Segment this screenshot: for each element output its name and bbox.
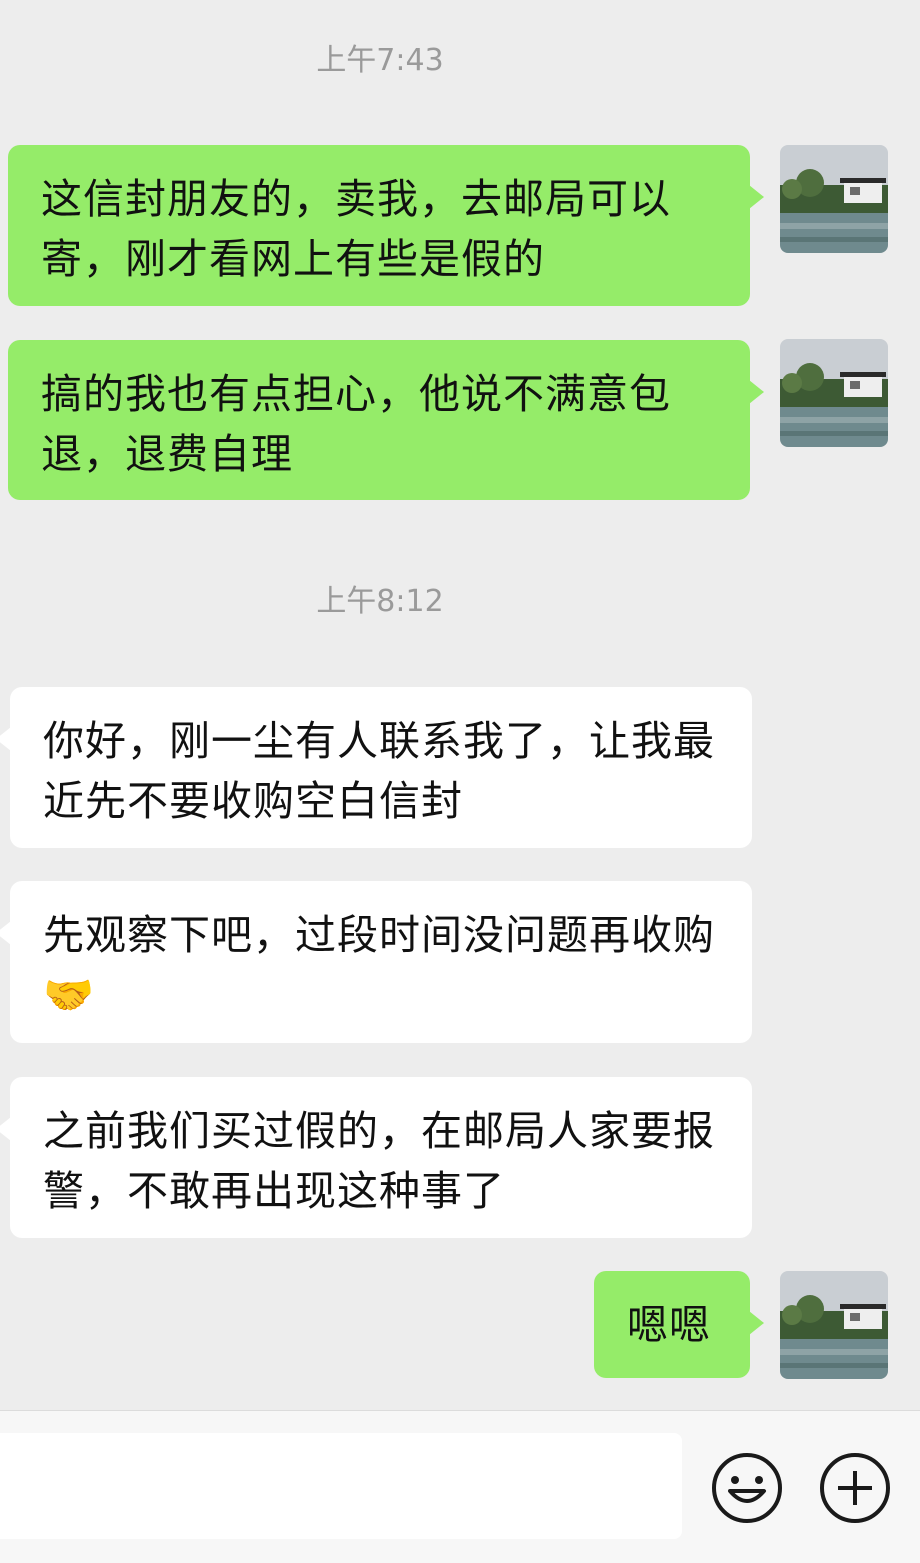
message-bubble-sent[interactable]: 这信封朋友的，卖我，去邮局可以寄，刚才看网上有些是假的 [8,145,764,306]
chat-message-list[interactable]: 上午7:43 这信封朋友的，卖我，去邮局可以寄，刚才看网上有些是假的 搞的我也有… [0,0,920,1410]
emoji-icon [712,1453,782,1523]
timestamp: 上午7:43 [316,43,444,78]
more-functions-button[interactable] [818,1451,892,1525]
user-avatar[interactable] [780,339,888,447]
user-avatar[interactable] [780,1271,888,1379]
message-bubble-received[interactable]: 你好，刚一尘有人联系我了，让我最近先不要收购空白信封 [0,687,752,848]
message-bubble-sent[interactable]: 嗯嗯 [594,1271,764,1378]
emoji-button[interactable] [710,1451,784,1525]
avatar-landscape-image [780,1271,888,1379]
message-bubble-received[interactable]: 先观察下吧，过段时间没问题再收购🤝 [0,881,752,1043]
avatar-landscape-image [780,339,888,447]
timestamp: 上午8:12 [316,584,444,619]
plus-icon [820,1453,890,1523]
chat-input-bar [0,1410,920,1563]
user-avatar[interactable] [780,145,888,253]
avatar-landscape-image [780,145,888,253]
message-bubble-sent[interactable]: 搞的我也有点担心，他说不满意包退，退费自理 [8,340,764,500]
message-text-input[interactable] [0,1433,682,1539]
message-bubble-received[interactable]: 之前我们买过假的，在邮局人家要报警，不敢再出现这种事了 [0,1077,752,1238]
